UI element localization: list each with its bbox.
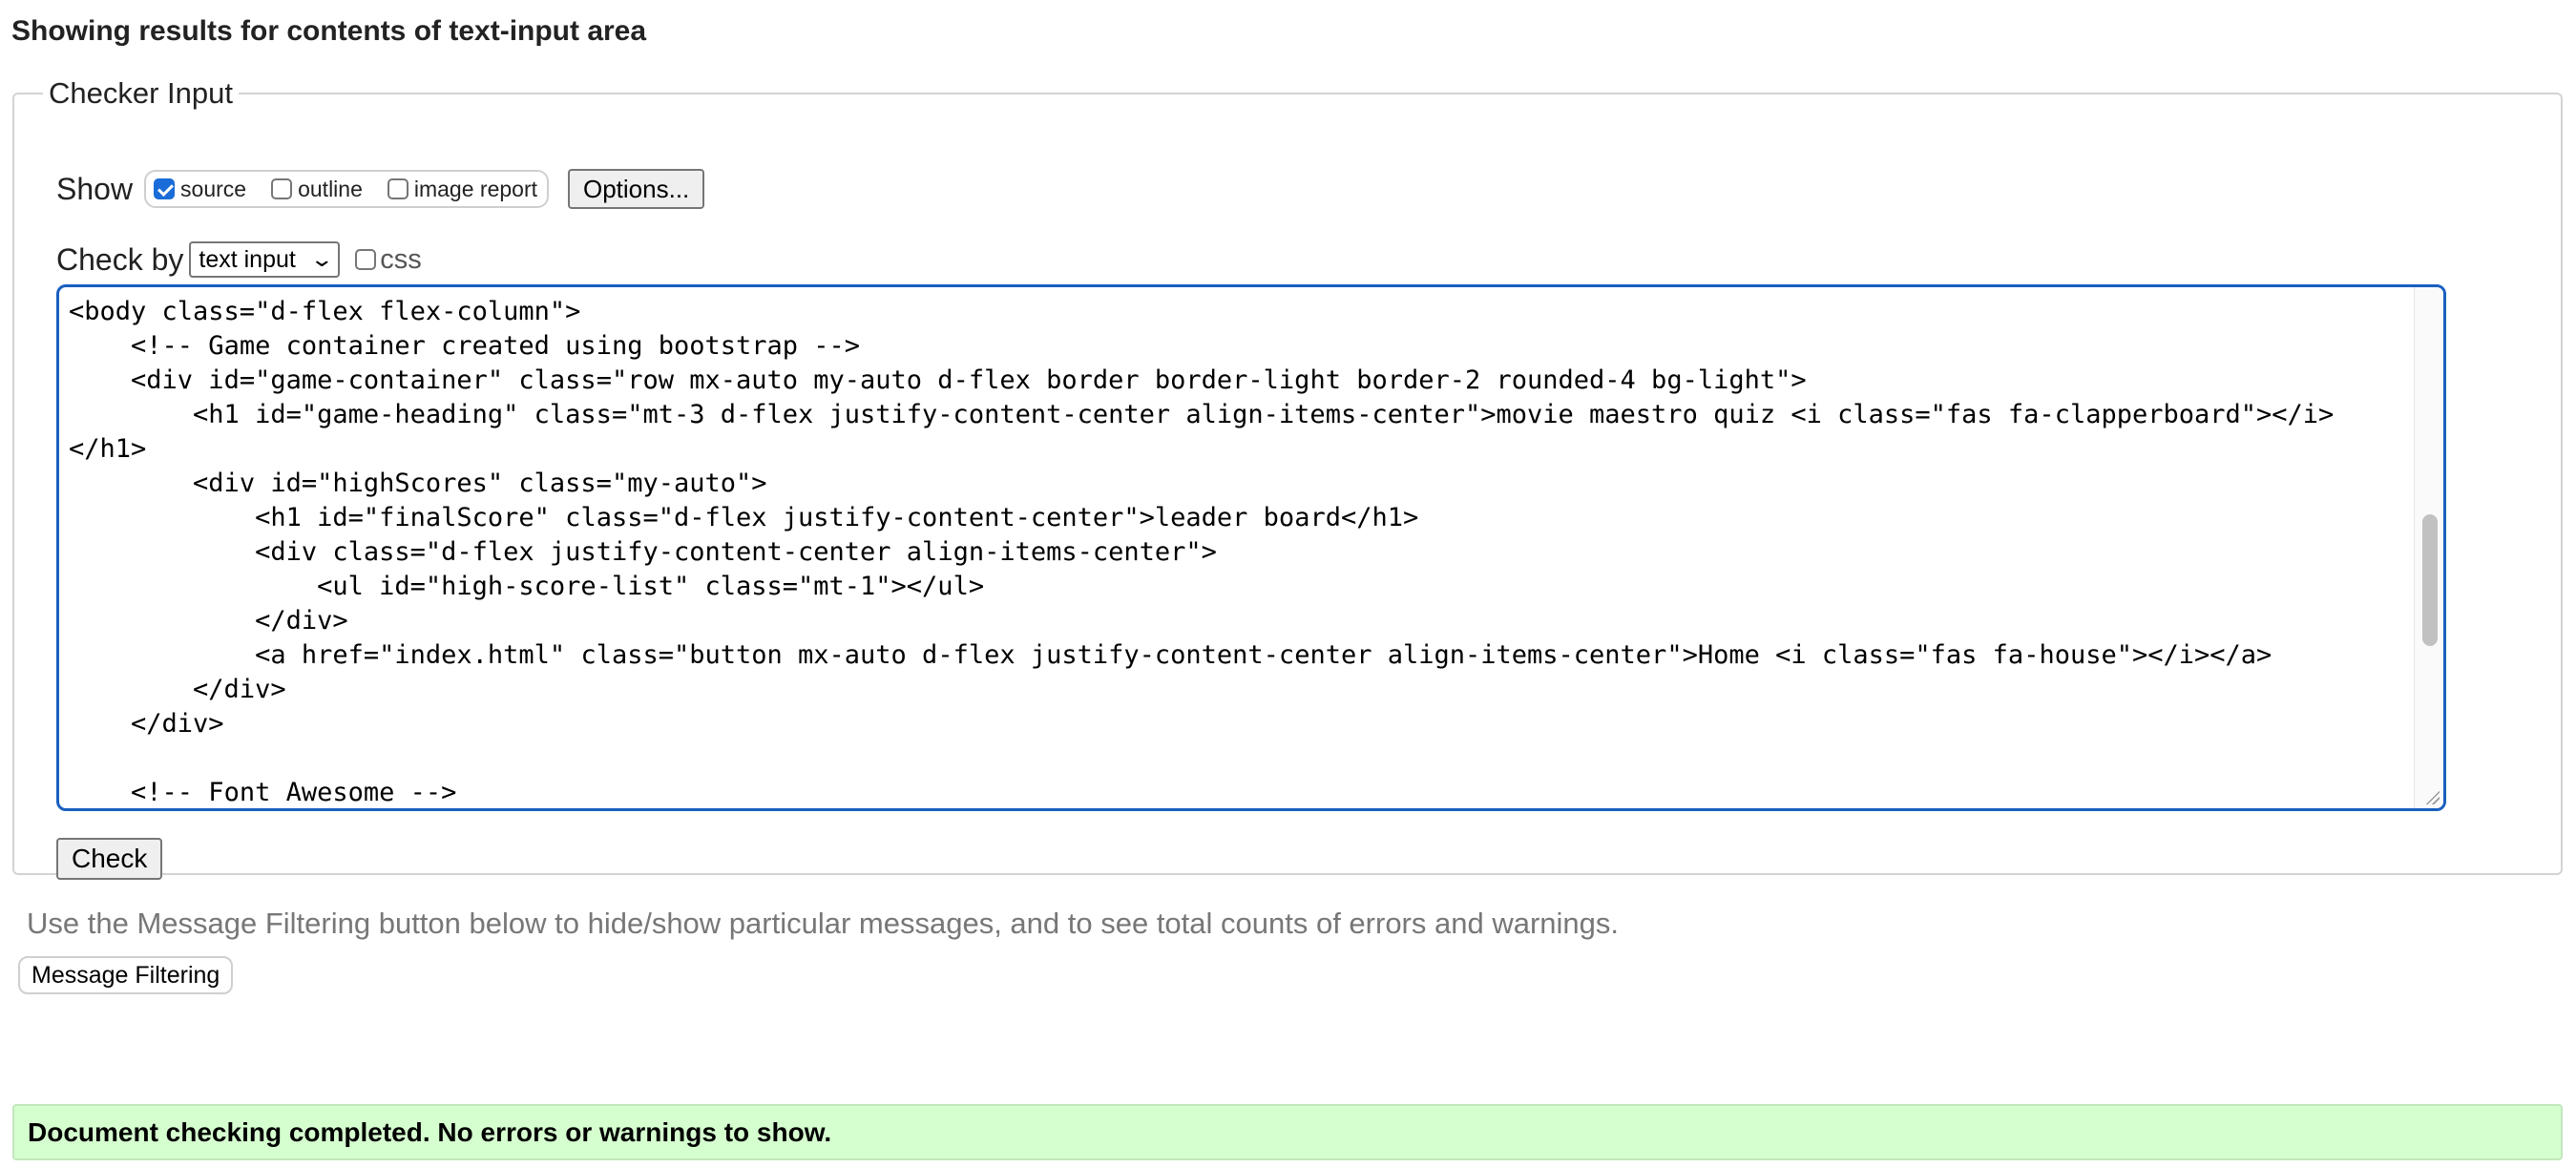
css-option[interactable]: css	[355, 244, 422, 276]
result-success-message: Document checking completed. No errors o…	[12, 1104, 2563, 1160]
chevron-down-icon: ⌄	[309, 247, 334, 271]
textarea-scrollbar[interactable]	[2414, 287, 2443, 808]
textarea-scroll-thumb[interactable]	[2422, 514, 2438, 646]
check-by-row: Check by text input ⌄ css	[56, 240, 422, 279]
source-textarea[interactable]: <body class="d-flex flex-column"> <!-- G…	[56, 284, 2446, 811]
message-filtering-button[interactable]: Message Filtering	[18, 956, 234, 994]
checker-input-fieldset: Checker Input Show source outline image …	[12, 76, 2563, 880]
outline-checkbox[interactable]	[271, 178, 293, 199]
outline-label: outline	[298, 176, 363, 201]
show-image-report-option[interactable]: image report	[387, 177, 537, 202]
source-label: source	[180, 176, 247, 201]
show-row: Show source outline image report Options…	[56, 169, 705, 209]
show-options-group: source outline image report	[144, 170, 549, 208]
image-report-checkbox[interactable]	[387, 178, 408, 199]
show-source-option[interactable]: source	[154, 177, 246, 202]
check-by-label: Check by	[56, 241, 184, 277]
checker-input-legend: Checker Input	[49, 76, 233, 110]
check-by-select-value: text input	[199, 245, 296, 273]
check-button[interactable]: Check	[56, 838, 163, 880]
source-checkbox[interactable]	[154, 178, 176, 199]
show-outline-option[interactable]: outline	[271, 177, 363, 202]
message-filtering-note: Use the Message Filtering button below t…	[27, 907, 1620, 940]
css-label: css	[380, 243, 422, 275]
check-by-select[interactable]: text input ⌄	[189, 241, 341, 278]
results-heading: Showing results for contents of text-inp…	[11, 15, 647, 47]
resize-grip-icon[interactable]	[2424, 789, 2440, 804]
show-label: Show	[56, 171, 134, 206]
css-checkbox[interactable]	[355, 249, 377, 270]
options-button[interactable]: Options...	[568, 169, 705, 209]
source-code-text: <body class="d-flex flex-column"> <!-- G…	[69, 297, 2335, 807]
image-report-label: image report	[413, 176, 537, 201]
